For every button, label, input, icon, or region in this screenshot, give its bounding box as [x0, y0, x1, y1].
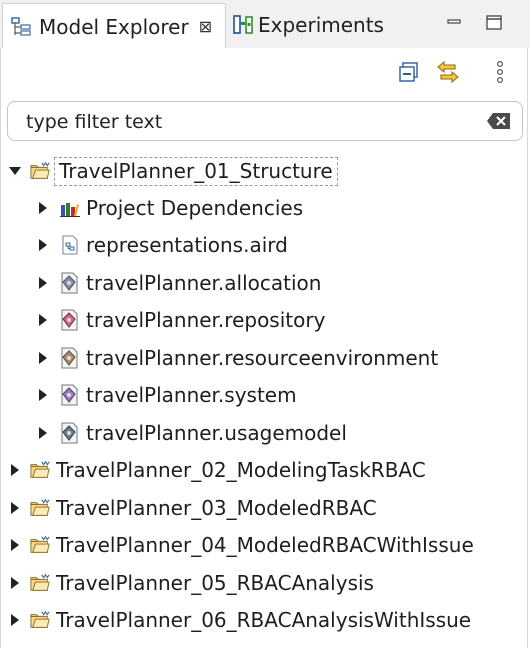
- tree-item-label: TravelPlanner_06_RBACAnalysisWithIssue: [56, 608, 472, 632]
- tree-item-label: Project Dependencies: [86, 196, 304, 220]
- tree-item-system[interactable]: travelPlanner.system: [36, 377, 297, 413]
- view-menu-icon: [496, 60, 504, 84]
- tree-item-label: TravelPlanner_02_ModelingTaskRBAC: [56, 458, 426, 482]
- project-folder-icon: [30, 535, 50, 555]
- tree-item-label: travelPlanner.repository: [86, 308, 326, 332]
- minimize-button[interactable]: [444, 12, 464, 32]
- tree-item-label: TravelPlanner_03_ModeledRBAC: [56, 496, 377, 520]
- project-folder-icon: [30, 498, 50, 518]
- filter-box: [7, 101, 523, 141]
- tree-item-allocation[interactable]: travelPlanner.allocation: [36, 265, 321, 301]
- view-menu-button[interactable]: [486, 58, 514, 86]
- tab-experiments[interactable]: Experiments: [228, 3, 384, 47]
- pcm-model-icon: [60, 384, 80, 406]
- project-folder-icon: [30, 460, 50, 480]
- project-folder-icon: [30, 161, 50, 181]
- tree-item-label: travelPlanner.system: [86, 383, 297, 407]
- filter-input[interactable]: [26, 109, 466, 135]
- expand-arrow-icon[interactable]: [8, 501, 22, 515]
- tab-label: Model Explorer: [39, 14, 189, 39]
- maximize-icon: [486, 15, 502, 30]
- expand-arrow-icon[interactable]: [36, 351, 50, 365]
- expand-arrow-icon[interactable]: [8, 538, 22, 552]
- expand-arrow-icon[interactable]: [8, 576, 22, 590]
- tree-item-resourceenvironment[interactable]: travelPlanner.resourceenvironment: [36, 340, 438, 376]
- tree-item-label: travelPlanner.usagemodel: [86, 421, 347, 445]
- tree-item-project-expanded[interactable]: TravelPlanner_01_Structure: [8, 153, 338, 189]
- expand-arrow-icon[interactable]: [36, 426, 50, 440]
- tree-item-project[interactable]: TravelPlanner_02_ModelingTaskRBAC: [8, 452, 426, 488]
- close-icon[interactable]: ⊠: [199, 17, 212, 36]
- pcm-model-icon: [60, 309, 80, 331]
- tree-item-repository[interactable]: travelPlanner.repository: [36, 302, 325, 338]
- tab-label: Experiments: [258, 13, 384, 37]
- collapse-arrow-icon[interactable]: [8, 164, 22, 178]
- expand-arrow-icon[interactable]: [36, 201, 50, 215]
- tree-item-label: travelPlanner.allocation: [86, 271, 322, 295]
- pcm-model-icon: [60, 422, 80, 444]
- expand-arrow-icon[interactable]: [36, 238, 50, 252]
- expand-arrow-icon[interactable]: [8, 613, 22, 627]
- maximize-button[interactable]: [484, 12, 504, 32]
- tree-item-label: TravelPlanner_05_RBACAnalysis: [56, 571, 374, 595]
- expand-arrow-icon[interactable]: [36, 388, 50, 402]
- tab-model-explorer[interactable]: Model Explorer ⊠: [2, 3, 226, 49]
- tree-item-project[interactable]: TravelPlanner_06_RBACAnalysisWithIssue: [8, 602, 471, 638]
- clear-filter-icon[interactable]: [486, 111, 512, 131]
- aird-file-icon: [60, 235, 80, 255]
- collapse-all-icon: [399, 62, 418, 82]
- tree-item-project-dependencies[interactable]: Project Dependencies: [36, 190, 303, 226]
- collapse-all-button[interactable]: [395, 58, 423, 86]
- minimize-icon: [447, 19, 461, 24]
- tree-item-label: representations.aird: [86, 233, 288, 257]
- experiments-icon: [232, 14, 254, 36]
- expand-arrow-icon[interactable]: [8, 463, 22, 477]
- tree-item-project[interactable]: TravelPlanner_03_ModeledRBAC: [8, 490, 377, 526]
- tree-item-project[interactable]: TravelPlanner_05_RBACAnalysis: [8, 565, 374, 601]
- tree-item-label: TravelPlanner_04_ModeledRBACWithIssue: [56, 533, 474, 557]
- project-folder-icon: [30, 610, 50, 630]
- expand-arrow-icon[interactable]: [36, 276, 50, 290]
- tree-item-project[interactable]: TravelPlanner_04_ModeledRBACWithIssue: [8, 527, 474, 563]
- model-explorer-icon: [11, 16, 33, 38]
- pcm-model-icon: [60, 347, 80, 369]
- pcm-model-icon: [60, 272, 80, 294]
- tree-item-label: travelPlanner.resourceenvironment: [86, 346, 439, 370]
- tree-item-usagemodel[interactable]: travelPlanner.usagemodel: [36, 415, 347, 451]
- tree-item-label: TravelPlanner_01_Structure: [54, 156, 338, 186]
- project-folder-icon: [30, 573, 50, 593]
- link-with-editor-icon: [437, 60, 459, 84]
- library-icon: [60, 198, 80, 218]
- tree-item-representations-aird[interactable]: representations.aird: [36, 227, 288, 263]
- expand-arrow-icon[interactable]: [36, 313, 50, 327]
- link-with-editor-button[interactable]: [434, 58, 462, 86]
